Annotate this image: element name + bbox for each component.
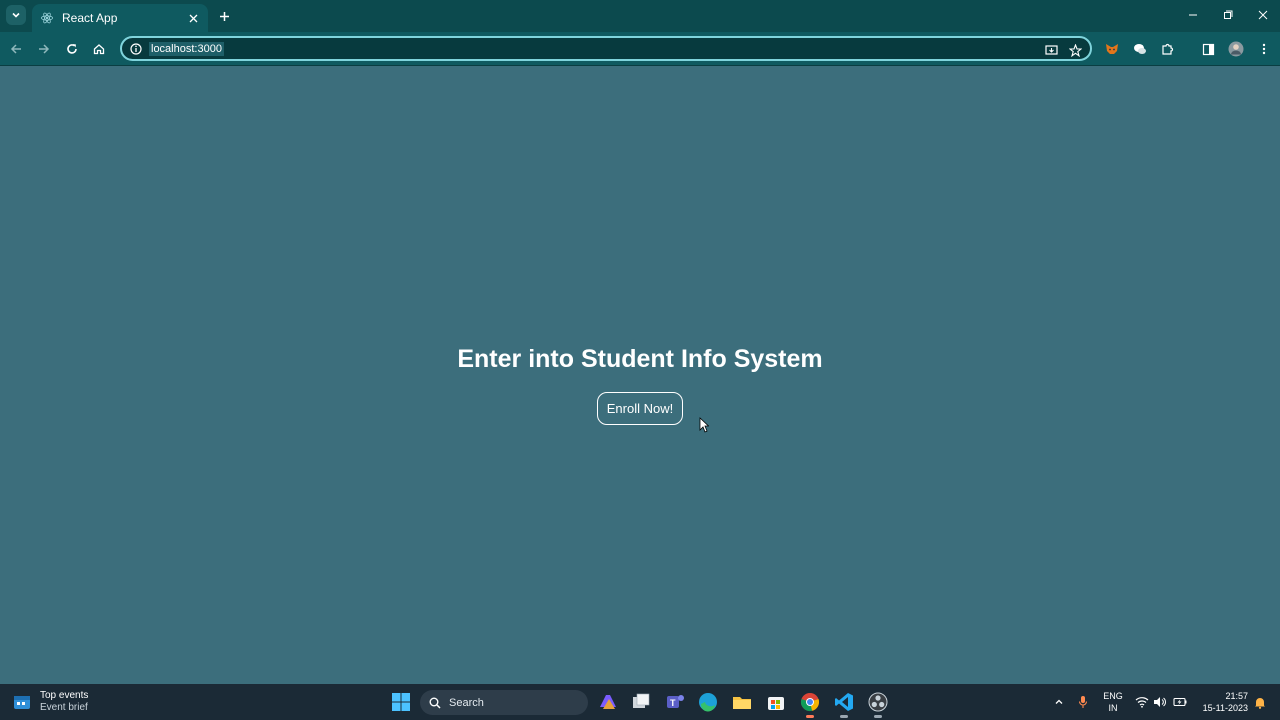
chrome-browser-icon[interactable] [799, 691, 821, 713]
region-code: IN [1108, 703, 1118, 713]
taskbar-search[interactable]: Search [420, 690, 588, 715]
plus-icon [219, 11, 229, 21]
browser-tabstrip: React App [0, 0, 1280, 32]
microsoft-store-icon[interactable] [765, 691, 787, 713]
react-logo-icon [41, 12, 53, 24]
restore-button[interactable] [1213, 4, 1243, 26]
battery-charging-icon [1173, 697, 1187, 707]
svg-text:T: T [670, 698, 676, 708]
browser-toolbar: localhost:3000 [0, 32, 1280, 66]
obs-studio-icon[interactable] [867, 691, 889, 713]
arrow-left-icon [10, 44, 21, 54]
browser-tab[interactable]: React App [32, 4, 208, 32]
install-app-button[interactable] [1042, 41, 1060, 59]
microphone-icon [1078, 696, 1088, 708]
close-window-button[interactable] [1248, 4, 1278, 26]
obs-open-indicator [874, 715, 882, 718]
profile-button[interactable] [1224, 37, 1248, 61]
speaker-icon [1154, 697, 1166, 707]
avatar [1228, 41, 1244, 57]
calendar-event-icon [14, 696, 30, 709]
task-view-icon[interactable] [630, 691, 652, 713]
browser-menu-button[interactable] [1252, 37, 1276, 61]
bookmark-button[interactable] [1066, 41, 1084, 59]
vscode-open-indicator [840, 715, 848, 718]
reload-button[interactable] [60, 37, 84, 61]
arrow-right-icon [39, 44, 50, 54]
battery-status[interactable] [1172, 694, 1188, 710]
new-tab-button[interactable] [213, 5, 235, 27]
more-vertical-icon [1262, 43, 1266, 55]
system-clock[interactable]: 21:57 15-11-2023 [1196, 690, 1248, 714]
show-hidden-icons-button[interactable] [1051, 694, 1067, 710]
tab-title: React App [62, 11, 118, 25]
widgets-button[interactable]: Top events Event brief [12, 688, 88, 716]
restore-icon [1224, 10, 1233, 19]
teams-app-icon[interactable]: T [664, 691, 686, 713]
tab-close-button[interactable] [186, 11, 200, 25]
wifi-status[interactable] [1134, 694, 1150, 710]
side-panel-button[interactable] [1196, 37, 1220, 61]
star-icon [1068, 43, 1082, 57]
edge-browser-icon[interactable] [697, 691, 719, 713]
extensions-button[interactable] [1156, 37, 1180, 61]
puzzle-icon [1162, 43, 1174, 55]
chat-extension-button[interactable] [1128, 37, 1152, 61]
info-icon [130, 42, 142, 55]
widget-subtitle: Event brief [40, 702, 88, 713]
clock-time: 21:57 [1225, 691, 1248, 701]
metamask-extension-button[interactable] [1100, 37, 1124, 61]
chevron-down-icon [12, 12, 20, 18]
home-icon [93, 44, 105, 55]
chat-icon [1134, 44, 1146, 54]
taskbar: Top events Event brief Search T ENG IN 2… [0, 684, 1280, 720]
chevron-up-icon [1055, 699, 1063, 704]
volume-status[interactable] [1152, 694, 1168, 710]
minimize-icon [1189, 14, 1197, 16]
page-viewport: Enter into Student Info System Enroll No… [0, 66, 1280, 684]
reload-icon [67, 44, 77, 54]
windows-start-icon[interactable] [390, 691, 412, 713]
home-button[interactable] [87, 37, 111, 61]
forward-button[interactable] [32, 37, 56, 61]
notifications-button[interactable] [1252, 694, 1268, 710]
url-text[interactable]: localhost:3000 [149, 41, 224, 56]
close-icon [189, 14, 197, 22]
language-code: ENG [1103, 691, 1123, 701]
site-info-button[interactable] [128, 41, 144, 57]
fox-icon [1106, 44, 1118, 54]
clock-date: 15-11-2023 [1202, 703, 1248, 713]
file-explorer-icon[interactable] [731, 691, 753, 713]
vscode-app-icon[interactable] [833, 691, 855, 713]
page-title: Enter into Student Info System [457, 345, 823, 373]
microphone-status[interactable] [1075, 694, 1091, 710]
mouse-cursor-icon [699, 417, 709, 433]
copilot-app-icon[interactable] [597, 691, 619, 713]
side-panel-icon [1202, 43, 1214, 55]
search-icon [429, 697, 441, 709]
back-button[interactable] [4, 37, 28, 61]
close-icon [1258, 10, 1268, 20]
wifi-icon [1135, 697, 1149, 708]
chrome-active-indicator [806, 715, 814, 718]
enroll-now-button[interactable]: Enroll Now! [597, 392, 683, 425]
search-label: Search [449, 696, 484, 709]
tab-search-button[interactable] [6, 5, 26, 25]
address-bar[interactable]: localhost:3000 [120, 36, 1092, 61]
widget-title: Top events [40, 690, 89, 701]
install-app-icon [1044, 44, 1058, 55]
bell-icon [1255, 697, 1265, 709]
input-language[interactable]: ENG IN [1101, 690, 1125, 714]
minimize-button[interactable] [1178, 4, 1208, 26]
